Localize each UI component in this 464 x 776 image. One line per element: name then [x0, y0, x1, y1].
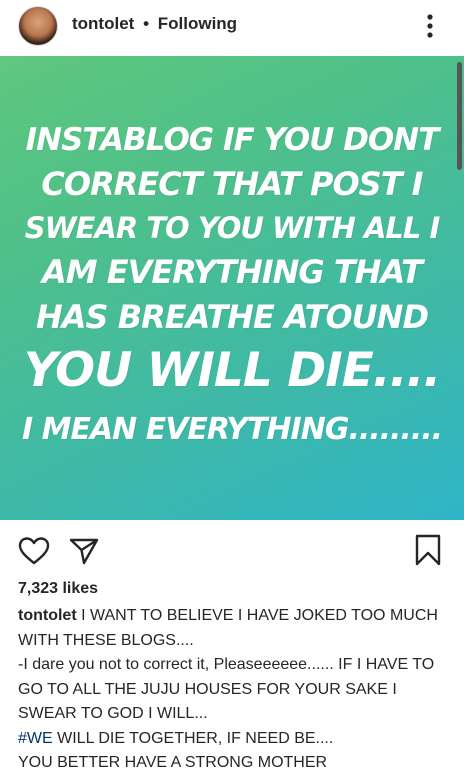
post-text-line: HAS BREATHE ATOUND [36, 298, 429, 336]
username-link[interactable]: tontolet [72, 14, 134, 33]
post-text-line: INSTABLOG IF YOU DONT [25, 122, 440, 158]
post-text-line: CORRECT THAT POST I [41, 165, 423, 203]
caption-text: I WANT TO BELIEVE I HAVE JOKED TOO MUCH … [18, 607, 438, 649]
likes-count[interactable]: 7,323 likes [18, 580, 98, 598]
caption-text: YOU BETTER HAVE A STRONG MOTHER [18, 754, 328, 771]
separator-dot: • [143, 14, 150, 33]
caption-text: -I dare you not to correct it, Pleaseeee… [18, 656, 435, 722]
avatar[interactable] [18, 6, 58, 46]
bookmark-icon[interactable] [414, 534, 442, 566]
caption-text: WILL DIE TOGETHER, IF NEED BE.... [52, 729, 334, 747]
post-caption: tontolet I WANT TO BELIEVE I HAVE JOKED … [18, 604, 454, 776]
heart-icon[interactable] [18, 536, 50, 566]
post-text-line: I MEAN EVERYTHING......... [21, 412, 443, 447]
post-text-line: AM EVERYTHING THAT [42, 253, 423, 291]
caption-username[interactable]: tontolet [18, 607, 77, 624]
post-text-line: SWEAR TO YOU WITH ALL I [24, 211, 441, 245]
hashtag-link[interactable]: #WE [18, 730, 53, 747]
post-actions [0, 530, 464, 570]
more-options-icon[interactable] [424, 12, 436, 40]
post-header: tontolet • Following [0, 0, 464, 52]
follow-status-button[interactable]: Following [158, 14, 237, 33]
send-icon[interactable] [68, 536, 100, 566]
post-text-line: YOU WILL DIE.... [23, 343, 441, 398]
post-author: tontolet • Following [72, 14, 237, 34]
